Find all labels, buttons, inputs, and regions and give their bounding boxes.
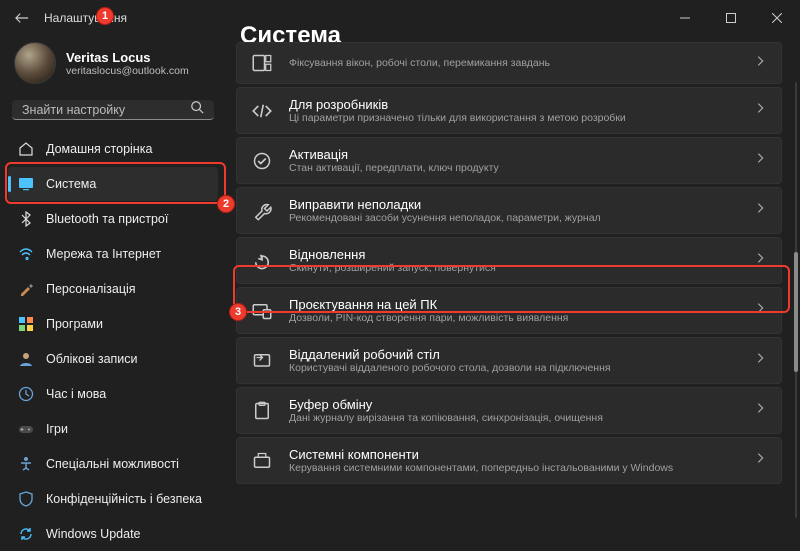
item-title: Виправити неполадки xyxy=(289,197,753,212)
recovery-icon xyxy=(251,250,273,272)
project-icon xyxy=(251,300,273,322)
item-title: Активація xyxy=(289,147,753,162)
chevron-right-icon xyxy=(753,301,767,320)
settings-item-remote[interactable]: Віддалений робочий стілКористувачі відда… xyxy=(236,337,782,384)
home-icon xyxy=(18,141,34,157)
nav-label: Програми xyxy=(46,317,103,331)
chevron-right-icon xyxy=(753,54,767,73)
access-icon xyxy=(18,456,34,472)
nav-label: Спеціальні можливості xyxy=(46,457,179,471)
item-subtitle: Фіксування вікон, робочі столи, перемика… xyxy=(289,57,753,69)
window-title: Налаштування xyxy=(44,11,127,25)
chevron-right-icon xyxy=(753,101,767,120)
chevron-right-icon xyxy=(753,451,767,470)
main-panel: Система Фіксування вікон, робочі столи, … xyxy=(226,22,800,526)
item-title: Системні компоненти xyxy=(289,447,753,462)
nav-label: Bluetooth та пристрої xyxy=(46,212,168,226)
nav-label: Ігри xyxy=(46,422,68,436)
nav-item-privacy[interactable]: Конфіденційність і безпека xyxy=(8,482,218,516)
annotation-badge-1: 1 xyxy=(96,7,114,25)
dev-icon xyxy=(251,100,273,122)
search-input[interactable] xyxy=(22,103,172,117)
nav-label: Мережа та Інтернет xyxy=(46,247,161,261)
system-icon xyxy=(18,176,34,192)
back-button[interactable] xyxy=(14,10,30,26)
components-icon xyxy=(251,450,273,472)
nav-item-games[interactable]: Ігри xyxy=(8,412,218,446)
nav-item-apps[interactable]: Програми xyxy=(8,307,218,341)
clipboard-icon xyxy=(251,400,273,422)
games-icon xyxy=(18,421,34,437)
nav-item-brush[interactable]: Персоналізація xyxy=(8,272,218,306)
item-subtitle: Рекомендовані засоби усунення неполадок,… xyxy=(289,212,753,224)
settings-item-dev[interactable]: Для розробниківЦі параметри призначено т… xyxy=(236,87,782,134)
item-title: Проєктування на цей ПК xyxy=(289,297,753,312)
privacy-icon xyxy=(18,491,34,507)
multitask-icon xyxy=(251,52,273,74)
profile-email: veritaslocus@outlook.com xyxy=(66,65,189,77)
settings-item-multitask[interactable]: Фіксування вікон, робочі столи, перемика… xyxy=(236,42,782,84)
avatar xyxy=(14,42,56,84)
item-title: Відновлення xyxy=(289,247,753,262)
item-subtitle: Скинути, розширений запуск, повернутися xyxy=(289,262,753,274)
item-title: Віддалений робочий стіл xyxy=(289,347,753,362)
wifi-icon xyxy=(18,246,34,262)
nav-label: Облікові записи xyxy=(46,352,138,366)
nav-item-time[interactable]: Час і мова xyxy=(8,377,218,411)
chevron-right-icon xyxy=(753,351,767,370)
item-subtitle: Стан активації, передплати, ключ продукт… xyxy=(289,162,753,174)
apps-icon xyxy=(18,316,34,332)
nav-label: Домашня сторінка xyxy=(46,142,152,156)
time-icon xyxy=(18,386,34,402)
activation-icon xyxy=(251,150,273,172)
search-box[interactable] xyxy=(12,100,214,120)
nav-item-access[interactable]: Спеціальні можливості xyxy=(8,447,218,481)
item-title: Для розробників xyxy=(289,97,753,112)
item-subtitle: Дозволи, PIN-код створення пари, можливі… xyxy=(289,312,753,324)
search-icon xyxy=(190,100,204,119)
troubleshoot-icon xyxy=(251,200,273,222)
settings-item-project[interactable]: Проєктування на цей ПКДозволи, PIN-код с… xyxy=(236,287,782,334)
chevron-right-icon xyxy=(753,151,767,170)
nav-label: Windows Update xyxy=(46,527,141,541)
update-icon xyxy=(18,526,34,542)
account-icon xyxy=(18,351,34,367)
chevron-right-icon xyxy=(753,201,767,220)
nav-label: Система xyxy=(46,177,96,191)
settings-item-components[interactable]: Системні компонентиКерування системними … xyxy=(236,437,782,484)
nav-item-update[interactable]: Windows Update xyxy=(8,517,218,551)
sidebar: Veritas Locus veritaslocus@outlook.com Д… xyxy=(0,36,226,526)
item-subtitle: Дані журналу вирізання та копіювання, си… xyxy=(289,412,753,424)
nav-label: Час і мова xyxy=(46,387,106,401)
settings-item-clipboard[interactable]: Буфер обмінуДані журналу вирізання та ко… xyxy=(236,387,782,434)
nav-item-wifi[interactable]: Мережа та Інтернет xyxy=(8,237,218,271)
settings-list: Фіксування вікон, робочі столи, перемика… xyxy=(236,58,782,484)
item-subtitle: Ці параметри призначено тільки для викор… xyxy=(289,112,753,124)
chevron-right-icon xyxy=(753,251,767,270)
nav-label: Конфіденційність і безпека xyxy=(46,492,202,506)
annotation-badge-2: 2 xyxy=(217,195,235,213)
nav-list: Домашня сторінка Система Bluetooth та прис… xyxy=(4,132,222,551)
settings-item-activation[interactable]: АктиваціяСтан активації, передплати, клю… xyxy=(236,137,782,184)
nav-label: Персоналізація xyxy=(46,282,136,296)
nav-item-home[interactable]: Домашня сторінка xyxy=(8,132,218,166)
item-subtitle: Користувачі віддаленого робочого стола, … xyxy=(289,362,753,374)
profile-name: Veritas Locus xyxy=(66,50,189,65)
brush-icon xyxy=(18,281,34,297)
profile-block[interactable]: Veritas Locus veritaslocus@outlook.com xyxy=(4,36,222,100)
item-title: Буфер обміну xyxy=(289,397,753,412)
bluetooth-icon xyxy=(18,211,34,227)
scrollbar-thumb[interactable] xyxy=(794,252,798,372)
settings-item-troubleshoot[interactable]: Виправити неполадкиРекомендовані засоби … xyxy=(236,187,782,234)
settings-item-recovery[interactable]: ВідновленняСкинути, розширений запуск, п… xyxy=(236,237,782,284)
nav-item-system[interactable]: Система xyxy=(8,167,218,201)
nav-item-bluetooth[interactable]: Bluetooth та пристрої xyxy=(8,202,218,236)
remote-icon xyxy=(251,350,273,372)
annotation-badge-3: 3 xyxy=(229,303,247,321)
item-subtitle: Керування системними компонентами, попер… xyxy=(289,462,753,474)
chevron-right-icon xyxy=(753,401,767,420)
nav-item-account[interactable]: Облікові записи xyxy=(8,342,218,376)
